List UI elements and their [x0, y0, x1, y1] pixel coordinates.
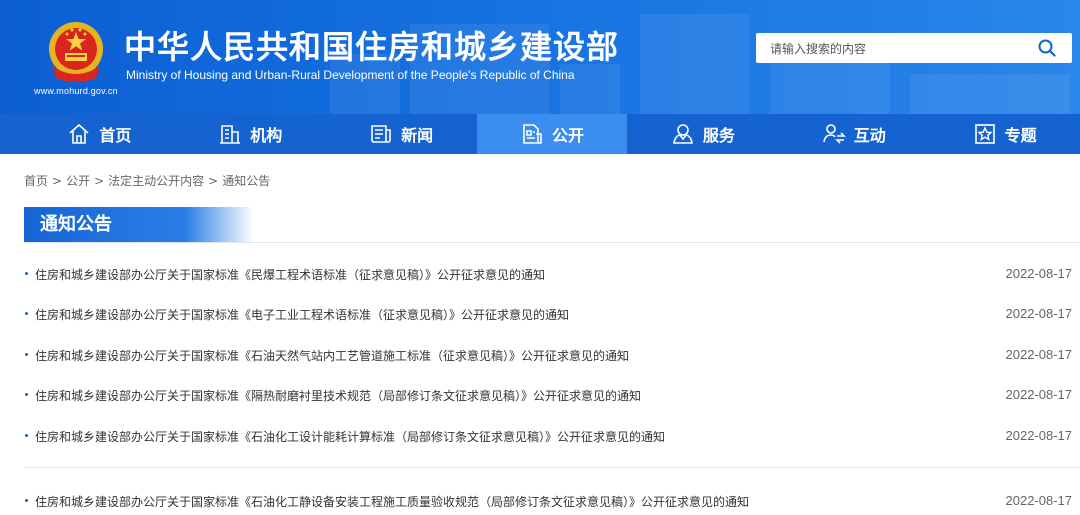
breadcrumb-separator: > [208, 174, 219, 188]
breadcrumb-statutory[interactable]: 法定主动公开内容 [108, 174, 204, 188]
background-building [910, 74, 1070, 114]
section-divider [24, 242, 1080, 243]
notice-title[interactable]: 住房和城乡建设部办公厅关于国家标准《电子工业工程术语标准（征求意见稿）》公开征求… [35, 306, 569, 323]
breadcrumb-separator: > [52, 174, 63, 188]
notice-date: 2022-08-17 [1005, 428, 1073, 443]
main-nav: 首页 机构 新闻 公开 服务 互动 专题 [0, 114, 1080, 154]
search-icon[interactable] [1038, 39, 1056, 57]
nav-item-label: 互动 [853, 126, 886, 145]
notice-date: 2022-08-17 [1005, 306, 1073, 321]
interaction-icon [822, 124, 846, 144]
site-url[interactable]: www.mohurd.gov.cn [34, 86, 118, 96]
nav-item-interaction[interactable]: 互动 [778, 114, 929, 154]
building-icon [220, 125, 241, 144]
list-group-divider [24, 467, 1080, 468]
nav-item-organization[interactable]: 机构 [175, 114, 326, 154]
nav-item-public[interactable]: 公开 [476, 114, 628, 154]
ministry-title-english: Ministry of Housing and Urban-Rural Deve… [126, 68, 575, 82]
star-icon [974, 124, 995, 144]
home-icon [69, 123, 89, 144]
notice-date: 2022-08-17 [1005, 347, 1073, 362]
list-item[interactable]: 住房和城乡建设部办公厅关于国家标准《隔热耐磨衬里技术规范（局部修订条文征求意见稿… [24, 385, 1072, 405]
nav-item-label: 服务 [702, 126, 735, 145]
list-item[interactable]: 住房和城乡建设部办公厅关于国家标准《电子工业工程术语标准（征求意见稿）》公开征求… [24, 304, 1072, 324]
section-title: 通知公告 [24, 207, 254, 243]
background-building [640, 14, 750, 114]
notice-date: 2022-08-17 [1005, 493, 1073, 508]
notice-title[interactable]: 住房和城乡建设部办公厅关于国家标准《石油天然气站内工艺管道施工标准（征求意见稿）… [35, 347, 629, 364]
search-input[interactable] [768, 34, 1022, 64]
notice-date: 2022-08-17 [1005, 266, 1073, 281]
search-box[interactable] [756, 33, 1072, 64]
nav-item-news[interactable]: 新闻 [326, 114, 477, 154]
bullet-icon [25, 393, 28, 396]
list-item[interactable]: 住房和城乡建设部办公厅关于国家标准《石油化工静设备安装工程施工质量验收规范（局部… [24, 491, 1072, 511]
notice-title[interactable]: 住房和城乡建设部办公厅关于国家标准《民爆工程术语标准（征求意见稿）》公开征求意见… [35, 266, 545, 283]
service-icon [672, 124, 693, 144]
list-item[interactable]: 住房和城乡建设部办公厅关于国家标准《石油化工设计能耗计算标准（局部修订条文征求意… [24, 426, 1072, 446]
nav-item-home[interactable]: 首页 [24, 114, 175, 154]
nav-item-service[interactable]: 服务 [627, 114, 778, 154]
nav-item-topics[interactable]: 专题 [929, 114, 1080, 154]
breadcrumb-public[interactable]: 公开 [66, 174, 90, 188]
document-icon [523, 124, 542, 144]
nav-item-label: 公开 [552, 126, 585, 145]
breadcrumb-home[interactable]: 首页 [24, 174, 48, 188]
ministry-title[interactable]: 中华人民共和国住房和城乡建设部 [124, 22, 619, 68]
list-item[interactable]: 住房和城乡建设部办公厅关于国家标准《石油天然气站内工艺管道施工标准（征求意见稿）… [24, 345, 1072, 365]
bullet-icon [25, 434, 28, 437]
nav-item-label: 首页 [99, 126, 132, 145]
bullet-icon [25, 353, 28, 356]
nav-item-label: 机构 [250, 126, 283, 145]
notice-title[interactable]: 住房和城乡建设部办公厅关于国家标准《石油化工设计能耗计算标准（局部修订条文征求意… [35, 428, 665, 445]
breadcrumb-separator: > [94, 174, 105, 188]
notice-title[interactable]: 住房和城乡建设部办公厅关于国家标准《石油化工静设备安装工程施工质量验收规范（局部… [35, 493, 749, 510]
bullet-icon [25, 499, 28, 502]
breadcrumb: 首页 > 公开 > 法定主动公开内容 > 通知公告 [24, 172, 270, 189]
bullet-icon [25, 272, 28, 275]
national-emblem-icon[interactable] [46, 20, 106, 82]
bullet-icon [25, 312, 28, 315]
list-item[interactable]: 住房和城乡建设部办公厅关于国家标准《民爆工程术语标准（征求意见稿）》公开征求意见… [24, 264, 1072, 284]
site-header: www.mohurd.gov.cn 中华人民共和国住房和城乡建设部 Minist… [0, 0, 1080, 114]
notice-title[interactable]: 住房和城乡建设部办公厅关于国家标准《隔热耐磨衬里技术规范（局部修订条文征求意见稿… [35, 387, 641, 404]
notice-date: 2022-08-17 [1005, 387, 1073, 402]
nav-item-label: 专题 [1004, 126, 1037, 145]
news-icon [371, 125, 391, 143]
breadcrumb-current[interactable]: 通知公告 [222, 174, 270, 188]
nav-item-label: 新闻 [401, 126, 434, 145]
